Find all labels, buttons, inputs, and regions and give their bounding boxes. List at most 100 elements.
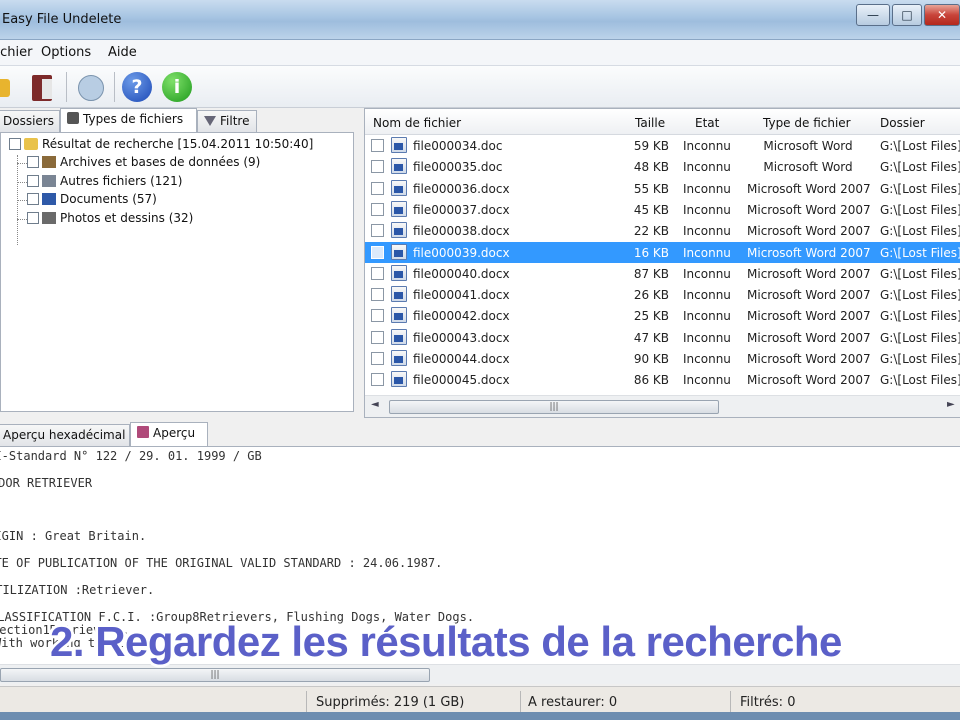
- tab-dossiers[interactable]: Dossiers: [0, 110, 60, 132]
- cell-folder: G:\[Lost Files]: [880, 352, 960, 366]
- cell-size: 16 KB: [633, 245, 669, 260]
- row-checkbox[interactable]: [371, 160, 384, 174]
- row-checkbox[interactable]: [371, 352, 384, 365]
- row-checkbox[interactable]: [371, 330, 384, 344]
- toolbar-separator: [114, 72, 115, 102]
- table-row[interactable]: file000034.doc 59 KB Inconnu Microsoft Word…: [365, 135, 960, 156]
- cell-type: Microsoft Word 2007: [747, 224, 871, 239]
- column-header-state[interactable]: Etat: [695, 116, 719, 130]
- table-row[interactable]: file000039.docx 16 KB Inconnu Microsoft Wor…: [365, 241, 960, 263]
- cell-state: Inconnu: [683, 139, 731, 153]
- word-document-icon: [391, 371, 407, 388]
- status-divider: [520, 691, 521, 713]
- cell-state: Inconnu: [683, 266, 731, 281]
- info-icon[interactable]: i: [162, 72, 192, 102]
- help-icon[interactable]: ?: [122, 72, 152, 102]
- column-header-type[interactable]: Type de fichier: [763, 116, 851, 130]
- cell-state: Inconnu: [683, 224, 731, 239]
- tree-root[interactable]: Résultat de recherche [15.04.2011 10:50:…: [9, 137, 313, 155]
- menu-bar: Fichier Options Aide: [0, 40, 960, 66]
- table-row[interactable]: file000043.docx 47 KB Inconnu Microsoft Wor…: [365, 327, 960, 348]
- word-document-icon: [391, 200, 407, 217]
- tab-apercu-hexadecimal[interactable]: Aperçu hexadécimal: [0, 424, 130, 446]
- cell-state: Inconnu: [683, 181, 731, 196]
- scrollbar-thumb[interactable]: |||: [0, 668, 430, 682]
- tree-item-photos[interactable]: Photos et dessins (32): [27, 211, 193, 229]
- tab-apercu[interactable]: Aperçu: [130, 422, 208, 446]
- window-title: Easy File Undelete: [2, 12, 122, 27]
- tree-checkbox[interactable]: [27, 156, 39, 168]
- word-document-icon: [391, 179, 407, 196]
- tree-checkbox[interactable]: [27, 175, 39, 187]
- word-document-icon: [391, 307, 407, 324]
- cell-folder: G:\[Lost Files]: [880, 181, 960, 196]
- table-row[interactable]: file000045.docx 86 KB Inconnu Microsoft Wor…: [365, 369, 960, 390]
- cell-name: file000044.docx: [413, 352, 510, 366]
- table-row[interactable]: file000042.docx 25 KB Inconnu Microsoft Wor…: [365, 305, 960, 326]
- left-pane: Dossiers Types de fichiers Filtre Résult…: [0, 108, 356, 412]
- preview-line: ORIGIN : Great Britain.: [0, 529, 147, 543]
- menu-fichier[interactable]: Fichier: [0, 45, 33, 60]
- table-row[interactable]: file000037.docx 45 KB Inconnu Microsoft Wor…: [365, 199, 960, 220]
- cell-folder: G:\[Lost Files]: [880, 330, 960, 345]
- list-header: Nom de fichier Taille Etat Type de fichi…: [365, 109, 960, 135]
- tree-checkbox[interactable]: [27, 212, 39, 224]
- cell-state: Inconnu: [683, 202, 731, 217]
- menu-options[interactable]: Options: [41, 45, 91, 60]
- cell-state: Inconnu: [683, 352, 731, 366]
- close-button[interactable]: ✕: [924, 4, 960, 26]
- cell-type: Microsoft Word 2007: [747, 245, 871, 260]
- table-row[interactable]: file000036.docx 55 KB Inconnu Microsoft Wor…: [365, 178, 960, 199]
- cell-size: 48 KB: [633, 160, 669, 175]
- maximize-button[interactable]: □: [892, 4, 922, 26]
- row-checkbox[interactable]: [371, 224, 384, 238]
- word-document-icon: [391, 222, 407, 239]
- book-icon[interactable]: [28, 71, 60, 103]
- cell-name: file000036.docx: [413, 181, 510, 196]
- status-divider: [730, 691, 731, 713]
- preview-tabstrip: Aperçu hexadécimal Aperçu: [0, 420, 960, 446]
- cell-name: file000038.docx: [413, 224, 510, 239]
- scroll-right-icon[interactable]: ►: [947, 399, 955, 410]
- cell-folder: G:\[Lost Files]: [880, 160, 960, 175]
- row-checkbox[interactable]: [371, 245, 384, 259]
- tree-checkbox[interactable]: [9, 138, 21, 150]
- minimize-button[interactable]: —: [856, 4, 890, 26]
- cell-folder: G:\[Lost Files]: [880, 288, 960, 303]
- tree-item-documents[interactable]: Documents (57): [27, 192, 157, 210]
- row-checkbox[interactable]: [371, 288, 384, 302]
- tab-types-de-fichiers[interactable]: Types de fichiers: [60, 108, 197, 132]
- table-row[interactable]: file000044.docx 90 KB Inconnu Microsoft Wor…: [365, 348, 960, 369]
- cell-size: 25 KB: [633, 309, 669, 324]
- row-checkbox[interactable]: [371, 202, 384, 216]
- preview-horizontal-scrollbar[interactable]: |||: [0, 664, 960, 684]
- column-header-folder[interactable]: Dossier: [880, 116, 925, 130]
- word-document-icon: [391, 243, 407, 260]
- column-header-name[interactable]: Nom de fichier: [373, 116, 461, 130]
- scrollbar-thumb[interactable]: |||: [389, 400, 719, 414]
- row-checkbox[interactable]: [371, 139, 384, 152]
- table-row[interactable]: file000038.docx 22 KB Inconnu Microsoft Wor…: [365, 220, 960, 241]
- cell-size: 26 KB: [633, 288, 669, 303]
- word-document-icon: [391, 328, 407, 345]
- row-checkbox[interactable]: [371, 266, 384, 280]
- cell-folder: G:\[Lost Files]: [880, 202, 960, 217]
- menu-aide[interactable]: Aide: [108, 45, 137, 60]
- list-horizontal-scrollbar[interactable]: ◄ ||| ►: [365, 395, 960, 417]
- tab-label: Filtre: [220, 114, 250, 128]
- table-row[interactable]: file000035.doc 48 KB Inconnu Microsoft Word…: [365, 156, 960, 177]
- row-checkbox[interactable]: [371, 373, 384, 387]
- search-icon[interactable]: [0, 71, 20, 103]
- row-checkbox[interactable]: [371, 309, 384, 323]
- cell-size: 90 KB: [633, 352, 669, 366]
- tab-filtre[interactable]: Filtre: [197, 110, 257, 132]
- column-header-size[interactable]: Taille: [635, 116, 665, 130]
- row-checkbox[interactable]: [371, 181, 384, 195]
- tree-checkbox[interactable]: [27, 193, 39, 205]
- tree-item-archives[interactable]: Archives et bases de données (9): [27, 155, 260, 173]
- tree-item-autres[interactable]: Autres fichiers (121): [27, 174, 182, 192]
- preview-icon[interactable]: [76, 71, 108, 103]
- table-row[interactable]: file000040.docx 87 KB Inconnu Microsoft Wor…: [365, 263, 960, 284]
- table-row[interactable]: file000041.docx 26 KB Inconnu Microsoft Wor…: [365, 284, 960, 305]
- scroll-left-icon[interactable]: ◄: [371, 399, 379, 410]
